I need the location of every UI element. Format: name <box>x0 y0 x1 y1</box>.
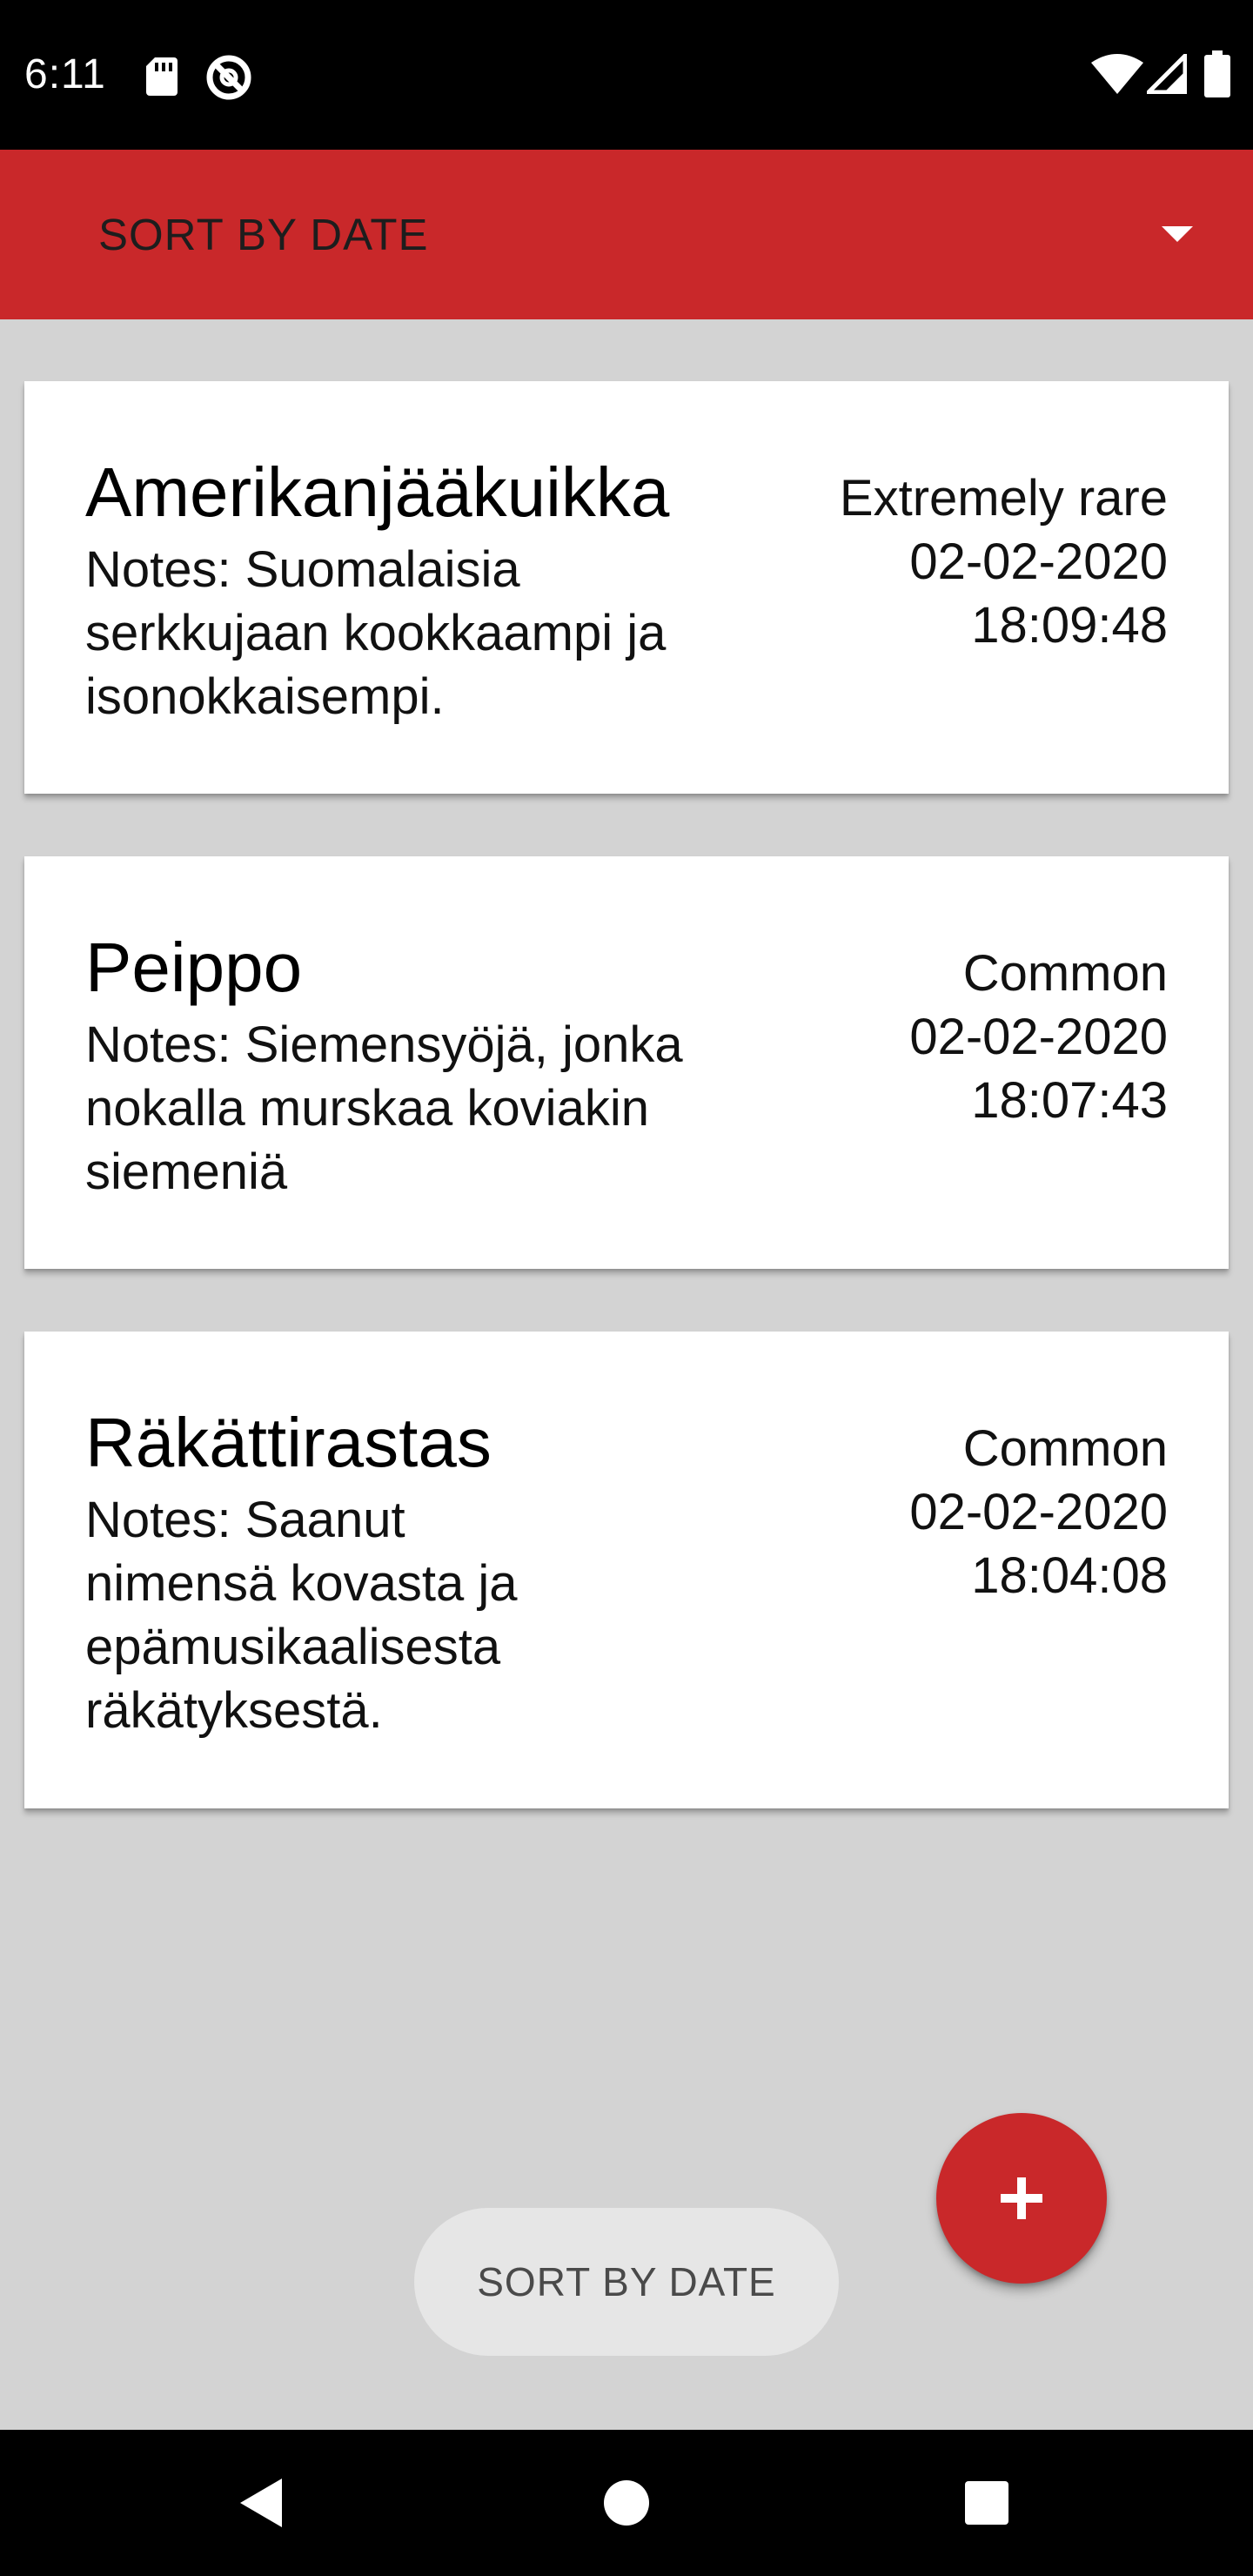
observation-date: 02-02-2020 <box>909 533 1168 590</box>
battery-icon <box>1204 50 1230 97</box>
observation-card[interactable]: Räkättirastas Notes: Saanut nimensä kova… <box>24 1332 1229 1808</box>
observation-meta: Common 02-02-2020 18:04:08 <box>909 1417 1168 1607</box>
observation-card[interactable]: Peippo Notes: Siemensyöjä, jonka nokalla… <box>24 856 1229 1269</box>
bird-notes: Notes: Saanut nimensä kovasta ja epämusi… <box>85 1492 518 1739</box>
do-not-disturb-icon <box>206 55 251 100</box>
observation-meta: Common 02-02-2020 18:07:43 <box>909 942 1168 1132</box>
plus-icon <box>1001 2177 1042 2219</box>
observation-card[interactable]: Amerikanjääkuikka Notes: Suomalaisia ser… <box>24 381 1229 794</box>
recents-icon <box>965 2481 1008 2525</box>
recents-button[interactable] <box>947 2463 1027 2543</box>
wifi-icon <box>1091 54 1143 94</box>
cell-signal-icon <box>1147 54 1187 94</box>
sort-dropdown[interactable]: SORT BY DATE <box>0 150 1253 319</box>
navigation-bar <box>0 2430 1253 2576</box>
back-icon <box>240 2479 282 2527</box>
observation-time: 18:07:43 <box>971 1072 1168 1129</box>
sort-dropdown-label: SORT BY DATE <box>98 210 429 259</box>
home-icon <box>604 2480 649 2526</box>
observation-time: 18:04:08 <box>971 1547 1168 1604</box>
status-bar: 6:11 <box>0 0 1253 150</box>
rarity-label: Extremely rare <box>839 470 1168 527</box>
dropdown-arrow-icon <box>1162 226 1193 242</box>
rarity-label: Common <box>962 945 1168 1002</box>
rarity-label: Common <box>962 1420 1168 1477</box>
observation-time: 18:09:48 <box>971 597 1168 654</box>
home-button[interactable] <box>586 2463 667 2543</box>
observation-date: 02-02-2020 <box>909 1484 1168 1540</box>
bird-notes: Notes: Suomalaisia serkkujaan kookkaampi… <box>85 541 667 725</box>
bird-name: Räkättirastas <box>85 1404 492 1481</box>
bird-notes: Notes: Siemensyöjä, jonka nokalla murska… <box>85 1016 683 1200</box>
bird-name: Amerikanjääkuikka <box>85 453 670 531</box>
observation-date: 02-02-2020 <box>909 1009 1168 1065</box>
status-time: 6:11 <box>24 51 106 97</box>
back-button[interactable] <box>223 2463 303 2543</box>
sd-card-icon <box>146 57 178 96</box>
sort-button[interactable]: SORT BY DATE <box>414 2208 839 2356</box>
bird-name: Peippo <box>85 929 303 1006</box>
add-observation-button[interactable] <box>936 2113 1107 2284</box>
observation-meta: Extremely rare 02-02-2020 18:09:48 <box>840 466 1168 657</box>
